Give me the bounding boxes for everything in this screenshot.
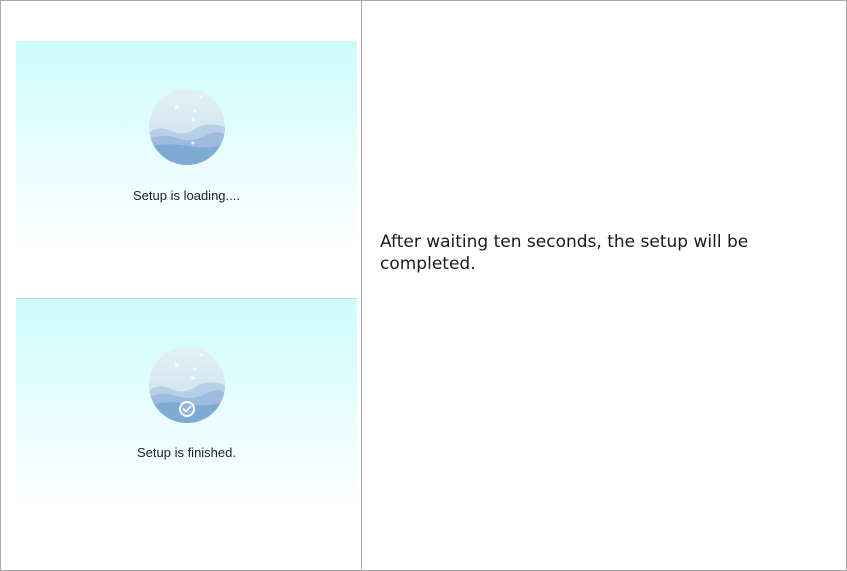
loading-screen: Setup is loading.... (16, 41, 357, 251)
step-description: After waiting ten seconds, the setup wil… (380, 232, 749, 274)
document-table: Setup is loading.... Setup is finished. … (0, 0, 847, 571)
loading-caption: Setup is loading.... (133, 188, 240, 203)
ocean-globe-loading-icon (149, 89, 225, 165)
ocean-globe-check-icon (149, 347, 225, 423)
finished-screen: Setup is finished. (16, 298, 357, 509)
column-divider (361, 1, 362, 570)
finished-caption: Setup is finished. (136, 445, 236, 460)
